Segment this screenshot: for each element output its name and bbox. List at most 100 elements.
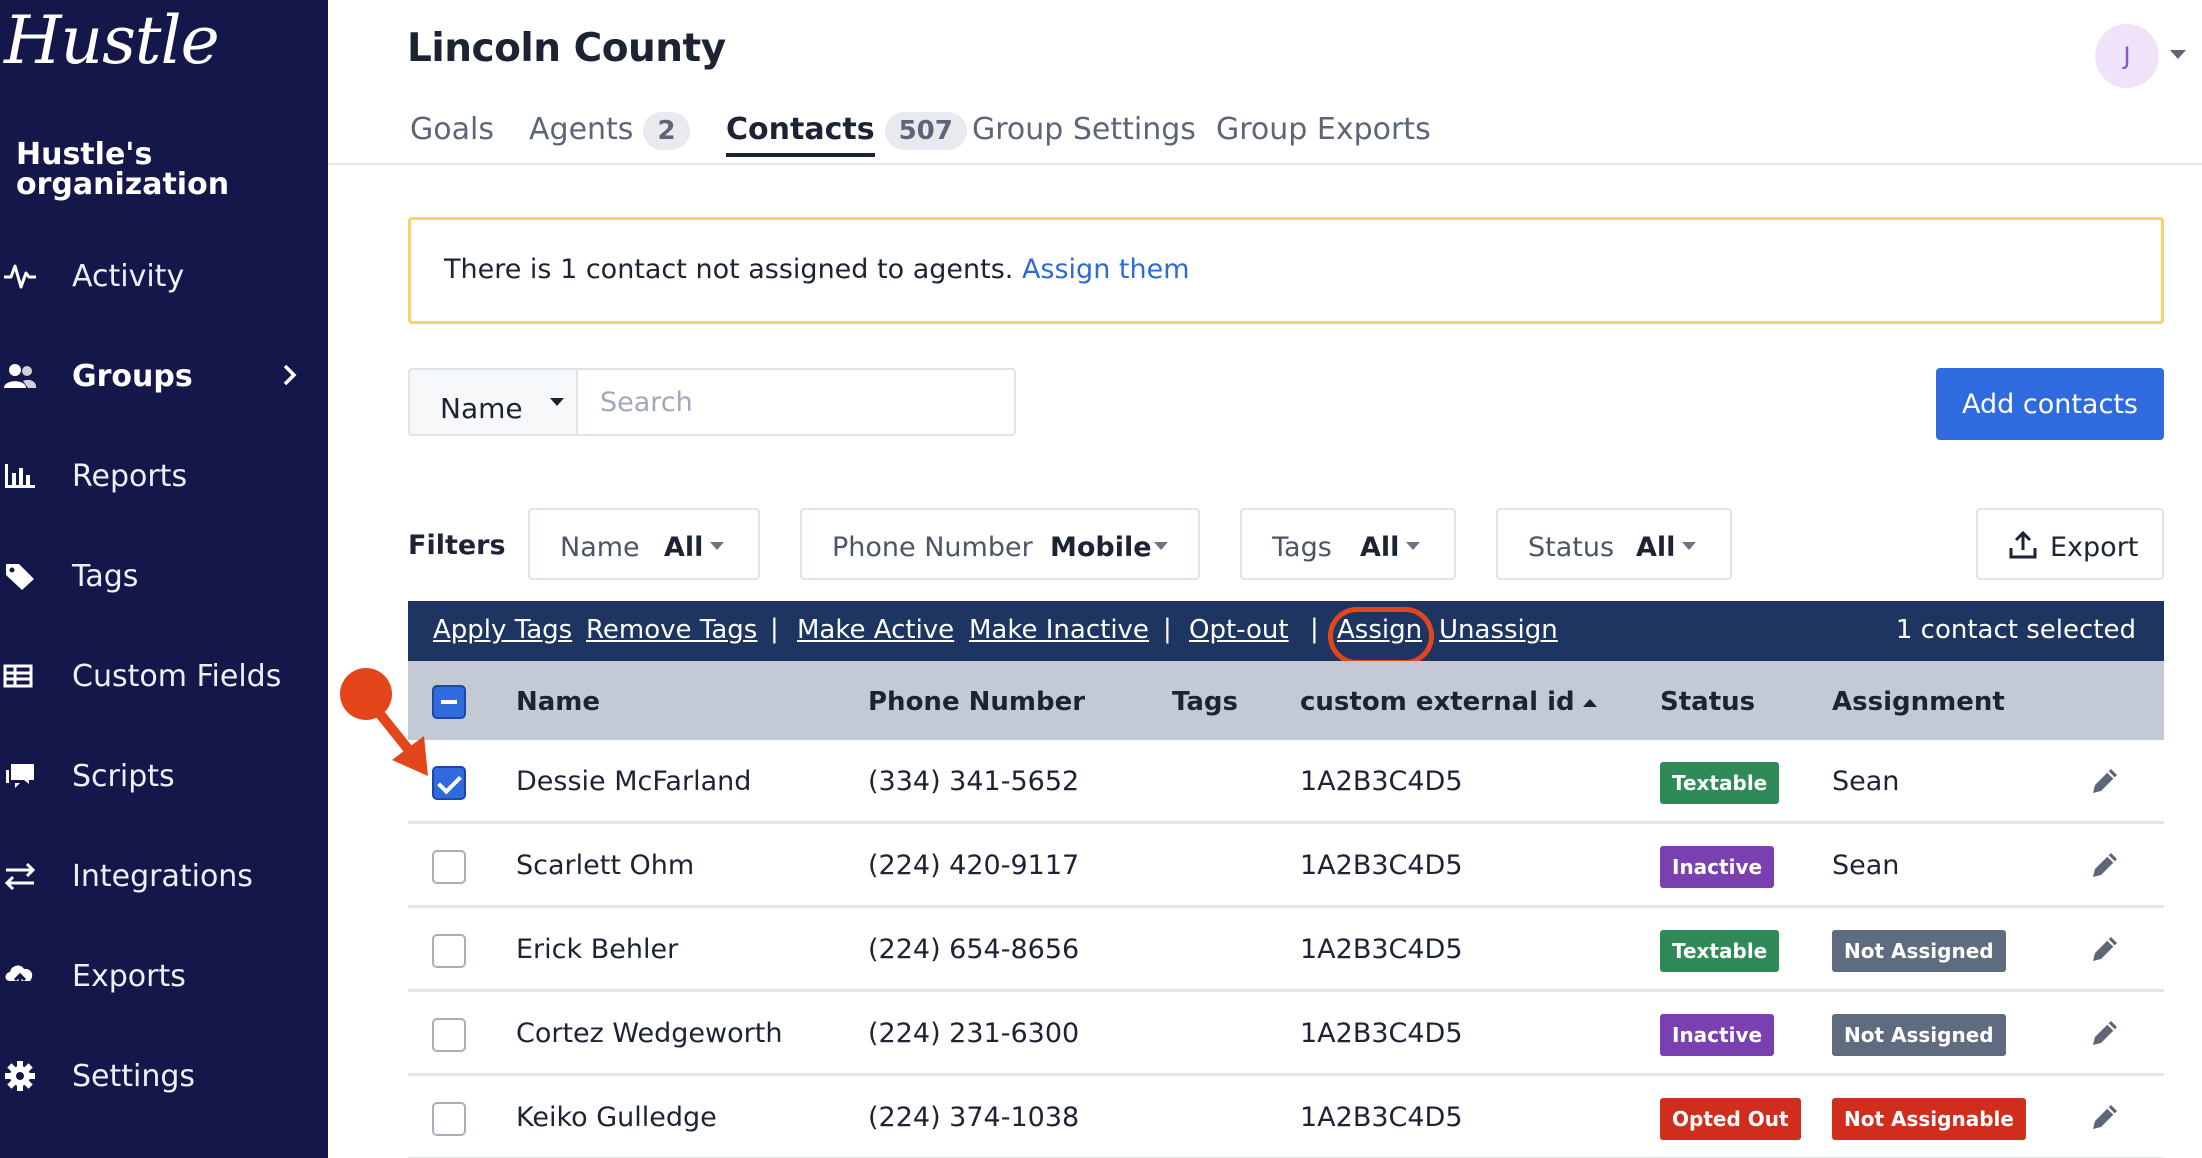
sidebar-item-label: Exports — [72, 958, 186, 994]
sidebar-item-label: Integrations — [72, 858, 253, 894]
table-row[interactable]: Cortez Wedgeworth (224) 231-6300 1A2B3C4… — [408, 992, 2164, 1076]
tab-contacts[interactable]: Contacts 507 — [726, 112, 967, 164]
filters-label: Filters — [408, 530, 506, 561]
pencil-icon[interactable] — [2088, 1100, 2122, 1138]
tab-agents[interactable]: Agents 2 — [529, 112, 690, 164]
tab-label: Goals — [410, 112, 494, 147]
export-button[interactable]: Export — [1976, 508, 2164, 580]
filter-value: All — [1636, 532, 1676, 563]
column-header-custom-external-id[interactable]: custom external id — [1300, 687, 1597, 717]
search-field-select[interactable]: Name — [408, 368, 578, 436]
sidebar-item-label: Custom Fields — [72, 658, 282, 694]
count-badge: 2 — [643, 112, 690, 150]
avatar[interactable]: J — [2095, 24, 2159, 88]
tab-group-settings[interactable]: Group Settings — [972, 112, 1196, 164]
count-badge: 507 — [884, 112, 967, 150]
sidebar-item-scripts[interactable]: Scripts — [0, 746, 328, 806]
chevron-down-icon — [1154, 542, 1168, 550]
annotation-arrow-icon — [340, 668, 428, 776]
row-checkbox[interactable] — [432, 1018, 466, 1052]
tag-icon — [0, 556, 40, 596]
pencil-icon[interactable] — [2088, 1016, 2122, 1054]
search-field-label: Name — [440, 392, 523, 425]
status-badge: Opted Out — [1660, 1098, 1801, 1140]
row-checkbox[interactable] — [432, 934, 466, 968]
status-badge: Inactive — [1660, 1014, 1775, 1056]
contact-external-id: 1A2B3C4D5 — [1300, 766, 1463, 797]
sidebar-item-tags[interactable]: Tags — [0, 546, 328, 606]
filter-phone-number[interactable]: Phone Number Mobile — [800, 508, 1200, 580]
sidebar-item-reports[interactable]: Reports — [0, 446, 328, 506]
pencil-icon[interactable] — [2088, 848, 2122, 886]
assignment-text: Sean — [1832, 766, 1900, 797]
filter-value: Mobile — [1050, 532, 1152, 563]
table-row[interactable]: Erick Behler (224) 654-8656 1A2B3C4D5 Te… — [408, 908, 2164, 992]
column-header-tags[interactable]: Tags — [1172, 687, 1238, 717]
assignment-badge: Not Assigned — [1832, 930, 2006, 972]
tab-label: Agents — [529, 112, 634, 147]
tab-label: Contacts — [726, 112, 875, 157]
make-active-link[interactable]: Make Active — [797, 615, 954, 645]
sidebar-item-integrations[interactable]: Integrations — [0, 846, 328, 906]
hustle-logo[interactable]: Hustle — [4, 2, 220, 79]
contact-external-id: 1A2B3C4D5 — [1300, 934, 1463, 965]
export-label: Export — [2050, 532, 2139, 563]
reports-icon — [0, 456, 40, 496]
unassign-link[interactable]: Unassign — [1439, 615, 1558, 645]
table-row[interactable]: Keiko Gulledge (224) 374-1038 1A2B3C4D5 … — [408, 1076, 2164, 1158]
make-inactive-link[interactable]: Make Inactive — [969, 615, 1149, 645]
search-input[interactable] — [576, 368, 1016, 436]
tab-label: Group Settings — [972, 112, 1196, 147]
filter-tags[interactable]: Tags All — [1240, 508, 1456, 580]
row-checkbox[interactable] — [432, 850, 466, 884]
assign-them-link[interactable]: Assign them — [1022, 254, 1190, 285]
tab-group-exports[interactable]: Group Exports — [1216, 112, 1431, 164]
filter-label: Phone Number — [832, 532, 1033, 563]
sidebar-item-label: Activity — [72, 258, 185, 294]
filter-name[interactable]: Name All — [528, 508, 760, 580]
organization-name[interactable]: Hustle's organization — [16, 140, 316, 200]
row-checkbox[interactable] — [432, 766, 466, 800]
activity-icon — [0, 256, 40, 296]
pencil-icon[interactable] — [2088, 764, 2122, 802]
sidebar-item-label: Scripts — [72, 758, 175, 794]
pencil-icon[interactable] — [2088, 932, 2122, 970]
scripts-icon — [0, 756, 40, 796]
custom-fields-icon — [0, 656, 40, 696]
sidebar-item-exports[interactable]: Exports — [0, 946, 328, 1006]
table-row[interactable]: Scarlett Ohm (224) 420-9117 1A2B3C4D5 In… — [408, 824, 2164, 908]
column-header-label: custom external id — [1300, 687, 1575, 717]
sidebar-item-activity[interactable]: Activity — [0, 246, 328, 306]
contact-name: Erick Behler — [516, 934, 679, 965]
sidebar-item-label: Groups — [72, 358, 193, 394]
groups-icon — [0, 356, 40, 396]
contact-name: Keiko Gulledge — [516, 1102, 717, 1133]
table-row[interactable]: Dessie McFarland (334) 341-5652 1A2B3C4D… — [408, 740, 2164, 824]
add-contacts-button[interactable]: Add contacts — [1936, 368, 2164, 440]
select-all-checkbox[interactable] — [432, 685, 466, 719]
sidebar-item-custom-fields[interactable]: Custom Fields — [0, 646, 328, 706]
separator: | — [1163, 614, 1172, 644]
filter-label: Tags — [1272, 532, 1332, 563]
opt-out-link[interactable]: Opt-out — [1189, 615, 1289, 645]
contact-external-id: 1A2B3C4D5 — [1300, 1102, 1463, 1133]
apply-tags-link[interactable]: Apply Tags — [433, 615, 572, 645]
sidebar-item-label: Settings — [72, 1058, 196, 1094]
sidebar-item-groups[interactable]: Groups — [0, 346, 328, 406]
sidebar-item-settings[interactable]: Settings — [0, 1046, 328, 1106]
tab-goals[interactable]: Goals — [410, 112, 494, 164]
row-checkbox[interactable] — [432, 1102, 466, 1136]
filter-status[interactable]: Status All — [1496, 508, 1732, 580]
column-header-assignment[interactable]: Assignment — [1832, 687, 2005, 717]
column-header-status[interactable]: Status — [1660, 687, 1755, 717]
filter-label: Name — [560, 532, 640, 563]
column-header-name[interactable]: Name — [516, 687, 600, 717]
remove-tags-link[interactable]: Remove Tags — [586, 615, 757, 645]
contact-external-id: 1A2B3C4D5 — [1300, 850, 1463, 881]
column-header-phone-number[interactable]: Phone Number — [868, 687, 1085, 717]
selected-count: 1 contact selected — [1895, 615, 2136, 645]
upload-icon — [2008, 530, 2038, 567]
chevron-down-icon[interactable] — [2170, 50, 2186, 59]
chevron-right-icon — [280, 360, 300, 394]
app-window: Hustle Hustle's organization Activity Gr… — [0, 0, 2202, 1158]
